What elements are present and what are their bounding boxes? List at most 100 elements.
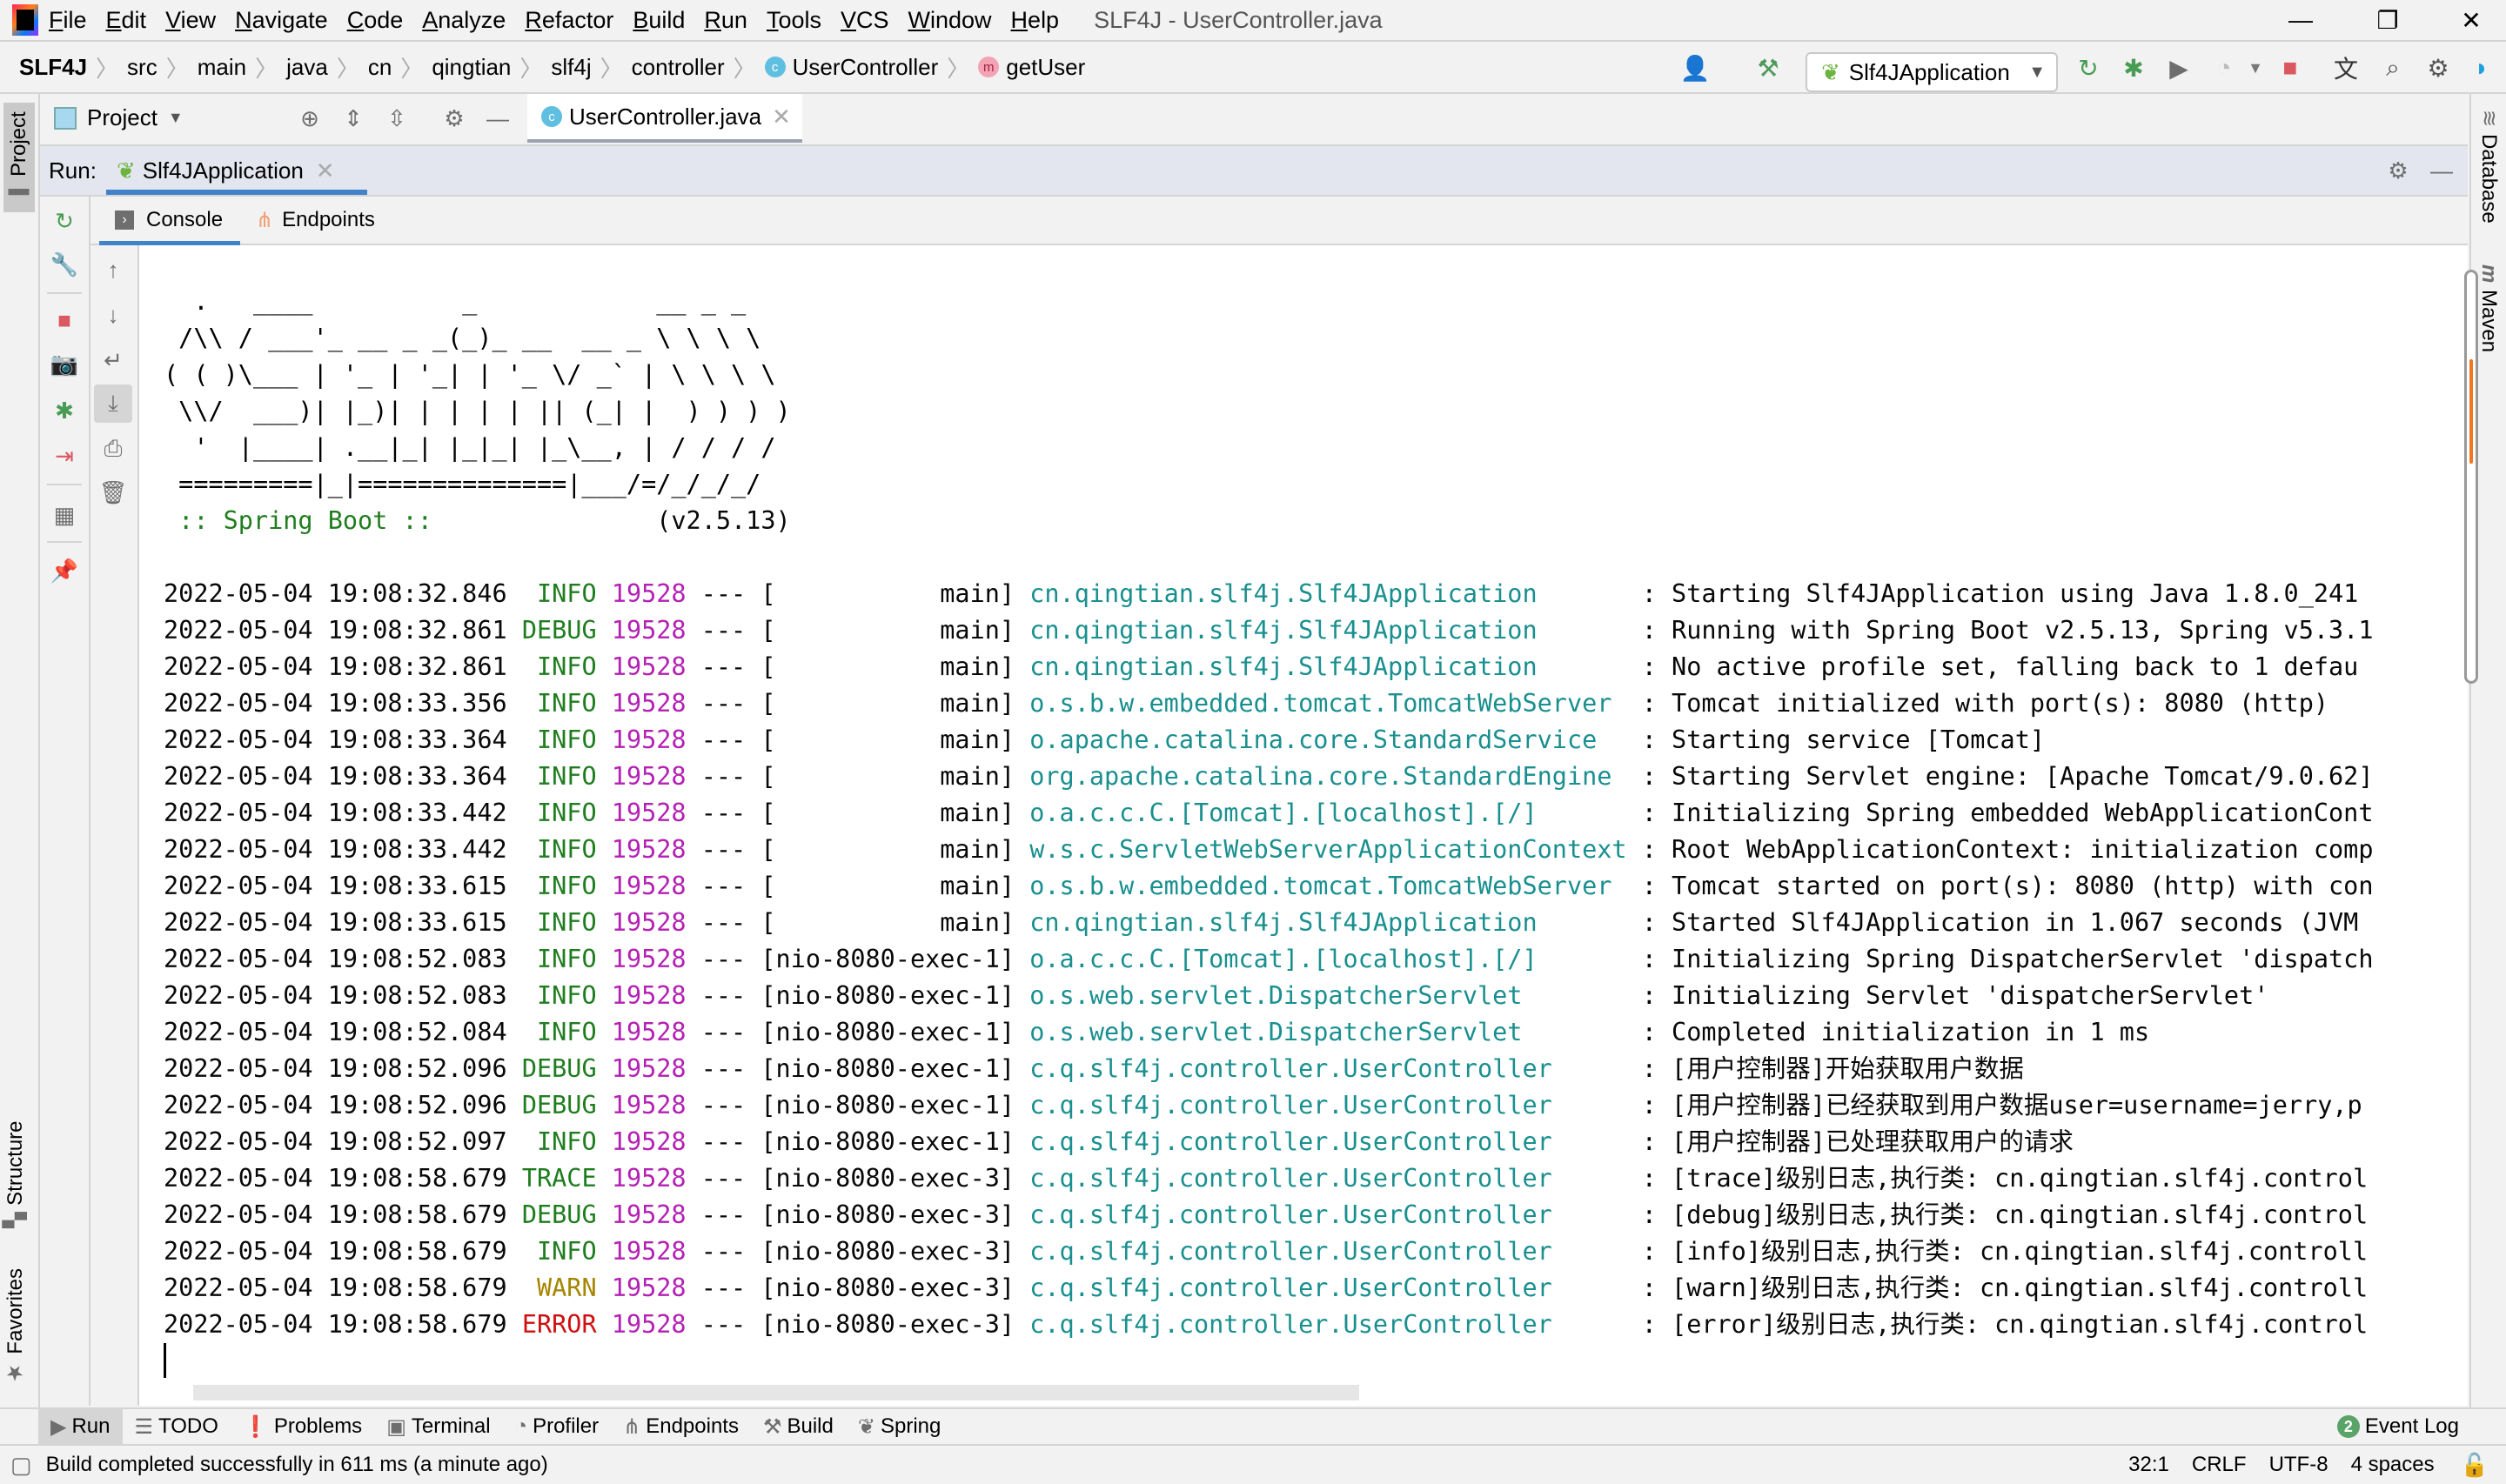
- lock-icon[interactable]: 🔓: [2461, 1452, 2489, 1479]
- close-window-button[interactable]: ✕: [2428, 0, 2506, 40]
- breadcrumb-main[interactable]: main: [198, 54, 246, 81]
- menu-build[interactable]: Build: [633, 7, 685, 34]
- breadcrumb-src[interactable]: src: [127, 54, 157, 81]
- hide-icon[interactable]: —: [2424, 153, 2459, 188]
- hide-icon[interactable]: —: [480, 101, 515, 136]
- menu-vcs[interactable]: VCS: [841, 7, 889, 34]
- breadcrumb-usercontroller[interactable]: c UserController: [764, 54, 938, 81]
- rerun-icon[interactable]: ↻: [2071, 50, 2106, 85]
- log-thread: --- [nio-8080-exec-1]: [686, 1091, 1030, 1120]
- breadcrumb-java[interactable]: java: [286, 54, 328, 81]
- side-tab-favorites[interactable]: ★ Favorites: [3, 1268, 28, 1386]
- arrow-up-icon[interactable]: ↑: [96, 252, 131, 287]
- menu-run[interactable]: Run: [704, 7, 747, 34]
- log-pid: 19528: [611, 872, 687, 900]
- login-icon[interactable]: ⇥: [47, 438, 82, 473]
- layout-icon[interactable]: ▦: [47, 498, 82, 532]
- menu-tools[interactable]: Tools: [767, 7, 821, 34]
- stop-icon[interactable]: ■: [47, 303, 82, 338]
- console-output[interactable]: . ____ _ __ _ _ /\\ / ___'_ __ _ _(_)_ _…: [139, 245, 2468, 1406]
- rerun-icon[interactable]: ↻: [47, 204, 82, 238]
- menu-code[interactable]: Code: [347, 7, 404, 34]
- close-tab-icon[interactable]: ✕: [772, 104, 791, 130]
- toolbox-icon[interactable]: ◗: [2464, 50, 2499, 85]
- camera-icon[interactable]: 📷: [47, 346, 82, 381]
- stop-icon[interactable]: ■: [2273, 50, 2308, 85]
- indent-setting[interactable]: 4 spaces: [2351, 1453, 2435, 1477]
- bottom-tab-run[interactable]: ▶ Run: [38, 1409, 123, 1444]
- bottom-tab-todo[interactable]: ☰ TODO: [123, 1409, 231, 1444]
- edit-configuration-icon[interactable]: 🔧: [47, 247, 82, 282]
- chevron-right-icon: 〉: [600, 55, 623, 82]
- tab-endpoints[interactable]: ⋔ Endpoints: [240, 197, 391, 244]
- menu-analyze[interactable]: Analyze: [422, 7, 506, 34]
- bottom-tab-problems[interactable]: ❗ Problems: [231, 1409, 374, 1444]
- bottom-tab-profiler[interactable]: ◔ Profiler: [503, 1409, 612, 1444]
- collapse-all-icon[interactable]: ⇳: [379, 101, 414, 136]
- trash-icon[interactable]: 🗑: [96, 475, 131, 510]
- side-tab-structure[interactable]: ▚ Structure: [3, 1120, 28, 1228]
- log-line: 2022-05-04 19:08:32.846 INFO 19528 --- […: [164, 576, 2374, 612]
- close-tab-icon[interactable]: ✕: [316, 157, 335, 184]
- line-separator[interactable]: CRLF: [2192, 1453, 2247, 1477]
- vcs-user-icon[interactable]: 👤: [1678, 50, 1712, 85]
- menu-navigate[interactable]: Navigate: [235, 7, 328, 34]
- menu-view[interactable]: View: [165, 7, 216, 34]
- side-tab-maven[interactable]: m Maven: [2476, 264, 2501, 352]
- project-view-select[interactable]: Project ▼: [54, 104, 184, 131]
- run-with-coverage-icon[interactable]: ▶: [2161, 50, 2196, 85]
- locate-icon[interactable]: ⊕: [292, 101, 327, 136]
- menu-file[interactable]: File: [49, 7, 87, 34]
- log-level: INFO: [521, 579, 597, 608]
- event-log-button[interactable]: 2 Event Log: [2325, 1409, 2471, 1444]
- attach-debugger-icon[interactable]: ✱: [47, 393, 82, 428]
- scrollbar-thumb[interactable]: [2469, 359, 2473, 464]
- bottom-tab-endpoints[interactable]: ⋔ Endpoints: [611, 1409, 751, 1444]
- breadcrumb-controller[interactable]: controller: [632, 54, 725, 81]
- minimize-button[interactable]: —: [2257, 0, 2344, 40]
- build-hammer-icon[interactable]: ⚒: [1751, 50, 1786, 85]
- menu-refactor[interactable]: Refactor: [525, 7, 613, 34]
- side-tab-project[interactable]: ▬ Project: [3, 103, 35, 212]
- tab-console[interactable]: › Console: [99, 197, 240, 245]
- pin-icon[interactable]: 📌: [47, 553, 82, 588]
- menu-edit[interactable]: Edit: [106, 7, 147, 34]
- breadcrumb-cn[interactable]: cn: [368, 54, 392, 81]
- breadcrumb-slf4j[interactable]: slf4j: [551, 54, 591, 81]
- side-tab-database[interactable]: ≋ Database: [2476, 110, 2501, 224]
- file-encoding[interactable]: UTF-8: [2269, 1453, 2328, 1477]
- chevron-right-icon: 〉: [255, 55, 278, 82]
- breadcrumb-project[interactable]: SLF4J: [19, 54, 87, 81]
- editor-tab-usercontroller[interactable]: c UserController.java ✕: [527, 94, 802, 143]
- expand-all-icon[interactable]: ⇕: [336, 101, 371, 136]
- run-tab-slf4japplication[interactable]: ❦ Slf4JApplication ✕: [106, 146, 367, 195]
- run-configuration-select[interactable]: ❦ Slf4JApplication ▼: [1806, 52, 2058, 92]
- menu-help[interactable]: Help: [1011, 7, 1060, 34]
- arrow-down-icon[interactable]: ↓: [96, 297, 131, 332]
- chevron-right-icon: 〉: [400, 55, 424, 82]
- bottom-tab-build[interactable]: ⚒ Build: [751, 1409, 846, 1444]
- debug-icon[interactable]: ✱: [2116, 50, 2151, 85]
- translate-icon[interactable]: 文: [2328, 50, 2363, 85]
- print-icon[interactable]: ⎙: [96, 431, 131, 466]
- settings-icon[interactable]: ⚙: [437, 101, 472, 136]
- profile-icon[interactable]: ◔: [2207, 50, 2241, 85]
- log-pid: 19528: [611, 1164, 687, 1193]
- menu-window[interactable]: Window: [908, 7, 992, 34]
- log-message: : Root WebApplicationContext: initializa…: [1626, 835, 2374, 864]
- bottom-tab-spring[interactable]: ❦ Spring: [846, 1409, 953, 1444]
- vertical-scrollbar[interactable]: [2464, 270, 2478, 684]
- chevron-down-icon[interactable]: ▼: [2238, 50, 2273, 85]
- scroll-to-end-icon[interactable]: ⤓: [94, 384, 132, 423]
- restore-button[interactable]: ❐: [2344, 0, 2431, 40]
- settings-icon[interactable]: ⚙: [2381, 153, 2416, 188]
- search-icon[interactable]: ⌕: [2375, 50, 2410, 85]
- breadcrumb-qingtian[interactable]: qingtian: [432, 54, 511, 81]
- breadcrumb-getuser[interactable]: m getUser: [978, 54, 1085, 81]
- horizontal-scrollbar[interactable]: [193, 1385, 1359, 1400]
- bottom-tab-terminal[interactable]: ▣ Terminal: [374, 1409, 502, 1444]
- toggle-tool-windows-icon[interactable]: ▢: [10, 1452, 32, 1479]
- settings-icon[interactable]: ⚙: [2421, 50, 2456, 85]
- soft-wrap-icon[interactable]: ↵: [96, 343, 131, 378]
- caret-position[interactable]: 32:1: [2128, 1453, 2169, 1477]
